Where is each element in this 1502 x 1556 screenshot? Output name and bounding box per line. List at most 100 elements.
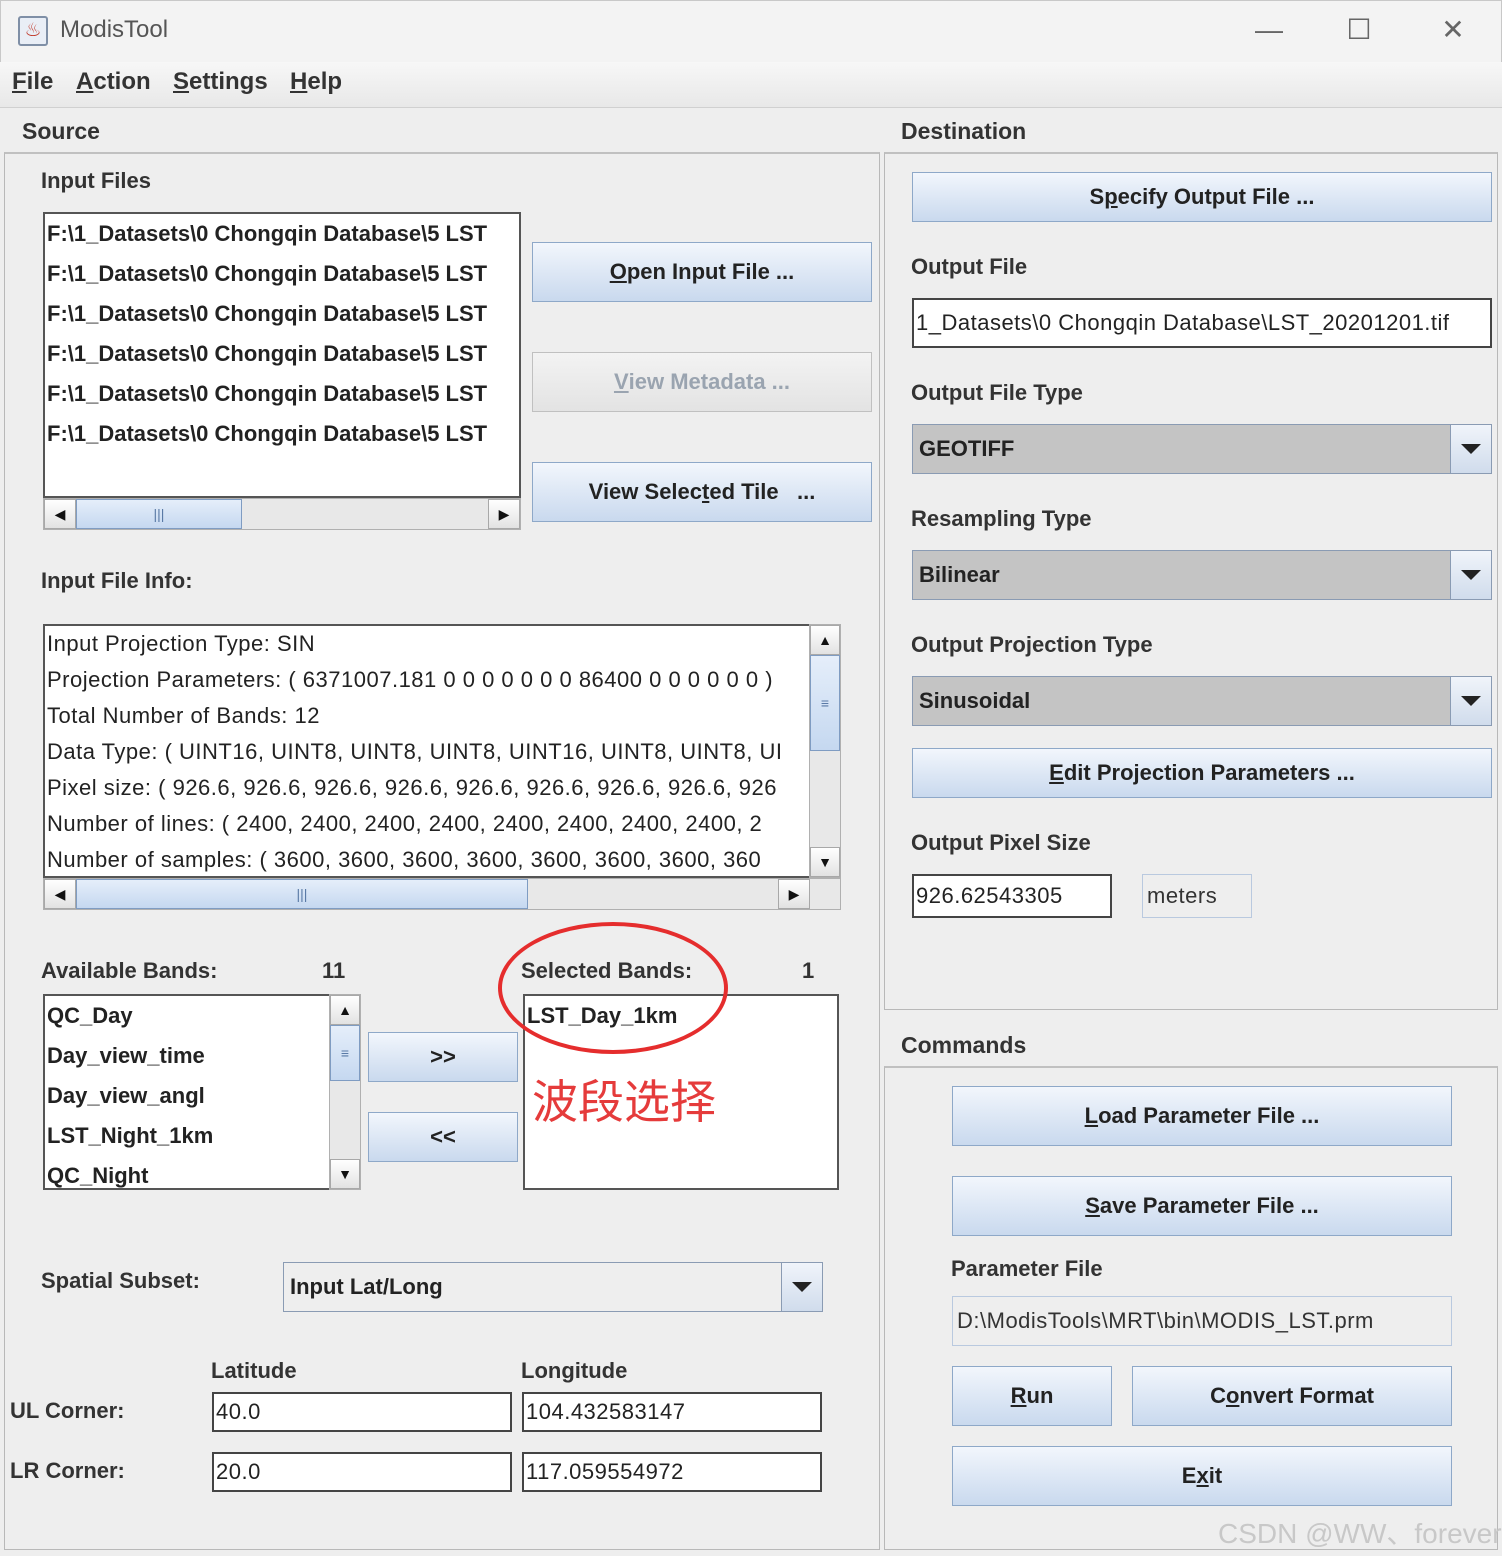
input-files-label: Input Files bbox=[41, 168, 151, 193]
output-file-label: Output File bbox=[911, 254, 1028, 279]
chevron-down-icon[interactable] bbox=[1450, 677, 1491, 725]
edit-projection-parameters-button[interactable]: Edit Projection Parameters ... bbox=[912, 748, 1492, 798]
list-item[interactable]: F:\1_Datasets\0 Chongqin Database\5 LST bbox=[45, 374, 519, 414]
minimize-button[interactable]: — bbox=[1246, 10, 1292, 50]
list-item[interactable]: F:\1_Datasets\0 Chongqin Database\5 LST bbox=[45, 334, 519, 374]
scroll-down-icon[interactable]: ▼ bbox=[330, 1159, 360, 1189]
lr-latitude-field[interactable]: 20.0 bbox=[212, 1452, 512, 1492]
spatial-subset-label: Spatial Subset: bbox=[41, 1268, 200, 1293]
menu-file[interactable]: File bbox=[12, 68, 53, 96]
output-projection-select[interactable]: Sinusoidal bbox=[912, 676, 1492, 726]
output-pixel-size-label: Output Pixel Size bbox=[911, 830, 1091, 855]
input-files-hscroll[interactable]: ◀ ||| ▶ bbox=[43, 498, 521, 530]
pixel-unit-label: meters bbox=[1142, 874, 1252, 918]
selected-bands-count: 1 bbox=[802, 958, 815, 983]
scroll-up-icon[interactable]: ▲ bbox=[810, 625, 840, 655]
menu-action[interactable]: Action bbox=[76, 68, 151, 96]
info-line: Data Type: ( UINT16, UINT8, UINT8, UINT8… bbox=[47, 739, 783, 764]
list-item[interactable]: LST_Night_1km bbox=[45, 1116, 329, 1156]
input-files-list[interactable]: F:\1_Datasets\0 Chongqin Database\5 LST … bbox=[43, 212, 521, 498]
parameter-file-label: Parameter File bbox=[951, 1256, 1103, 1281]
menu-settings[interactable]: Settings bbox=[173, 68, 268, 96]
info-line: Pixel size: ( 926.6, 926.6, 926.6, 926.6… bbox=[47, 775, 778, 800]
source-header: Source bbox=[22, 118, 100, 144]
add-band-button[interactable]: >> bbox=[368, 1032, 518, 1082]
scroll-thumb[interactable]: ||| bbox=[76, 879, 528, 909]
scroll-right-icon[interactable]: ▶ bbox=[488, 499, 520, 529]
output-pixel-size-field[interactable]: 926.62543305 bbox=[912, 874, 1112, 918]
scroll-left-icon[interactable]: ◀ bbox=[44, 879, 76, 909]
info-line: Total Number of Bands: 12 bbox=[47, 703, 320, 728]
input-file-info-text[interactable]: Input Projection Type: SIN Projection Pa… bbox=[43, 624, 811, 878]
list-item[interactable]: QC_Night bbox=[45, 1156, 329, 1188]
run-button[interactable]: Run bbox=[952, 1366, 1112, 1426]
available-bands-vscroll[interactable]: ▲ ≡ ▼ bbox=[329, 994, 361, 1190]
commands-header: Commands bbox=[901, 1032, 1027, 1058]
ul-latitude-field[interactable]: 40.0 bbox=[212, 1392, 512, 1432]
latitude-label: Latitude bbox=[211, 1358, 297, 1383]
output-file-field[interactable]: 1_Datasets\0 Chongqin Database\LST_20201… bbox=[912, 298, 1492, 348]
output-projection-label: Output Projection Type bbox=[911, 632, 1153, 657]
file-info-hscroll[interactable]: ◀ ||| ▶ bbox=[43, 878, 841, 910]
chevron-down-icon[interactable] bbox=[1450, 551, 1491, 599]
menu-help[interactable]: Help bbox=[290, 68, 342, 96]
save-parameter-file-button[interactable]: Save Parameter File ... bbox=[952, 1176, 1452, 1236]
spatial-subset-select[interactable]: Input Lat/Long bbox=[283, 1262, 823, 1312]
output-projection-value: Sinusoidal bbox=[919, 688, 1031, 713]
close-button[interactable]: ✕ bbox=[1430, 10, 1476, 50]
info-line: Projection Parameters: ( 6371007.181 0 0… bbox=[47, 667, 774, 692]
remove-band-button[interactable]: << bbox=[368, 1112, 518, 1162]
ul-corner-label: UL Corner: bbox=[10, 1398, 125, 1423]
info-line: Number of lines: ( 2400, 2400, 2400, 240… bbox=[47, 811, 763, 836]
open-input-file-button[interactable]: Open Input File ... bbox=[532, 242, 872, 302]
lr-corner-label: LR Corner: bbox=[10, 1458, 125, 1483]
window-title: ModisTool bbox=[60, 16, 169, 43]
output-file-type-label: Output File Type bbox=[911, 380, 1083, 405]
java-app-icon: ♨ bbox=[18, 16, 48, 46]
view-selected-tile-button[interactable]: View Selec t ed Tile ... bbox=[532, 462, 872, 522]
available-bands-label: Available Bands: bbox=[41, 958, 218, 983]
maximize-button[interactable]: ☐ bbox=[1336, 10, 1382, 50]
red-circle-annotation bbox=[498, 922, 728, 1054]
scroll-left-icon[interactable]: ◀ bbox=[44, 499, 76, 529]
watermark: CSDN @WW、forever bbox=[1218, 1518, 1502, 1549]
scroll-up-icon[interactable]: ▲ bbox=[330, 995, 360, 1025]
resampling-type-select[interactable]: Bilinear bbox=[912, 550, 1492, 600]
available-bands-count: 11 bbox=[322, 958, 346, 983]
list-item[interactable]: F:\1_Datasets\0 Chongqin Database\5 LST bbox=[45, 214, 519, 254]
scroll-down-icon[interactable]: ▼ bbox=[810, 847, 840, 877]
load-parameter-file-button[interactable]: Load Parameter File ... bbox=[952, 1086, 1452, 1146]
list-item[interactable]: Day_view_angl bbox=[45, 1076, 329, 1116]
scroll-thumb[interactable]: ≡ bbox=[330, 1025, 360, 1081]
chevron-down-icon[interactable] bbox=[781, 1263, 822, 1311]
resampling-type-label: Resampling Type bbox=[911, 506, 1092, 531]
list-item[interactable]: Day_view_time bbox=[45, 1036, 329, 1076]
chevron-down-icon[interactable] bbox=[1450, 425, 1491, 473]
parameter-file-field: D:\ModisTools\MRT\bin\MODIS_LST.prm bbox=[952, 1296, 1452, 1346]
input-file-info-label: Input File Info: bbox=[41, 568, 193, 593]
longitude-label: Longitude bbox=[521, 1358, 628, 1383]
ul-longitude-field[interactable]: 104.432583147 bbox=[522, 1392, 822, 1432]
info-line: Input Projection Type: SIN bbox=[47, 631, 316, 656]
available-bands-list[interactable]: QC_Day Day_view_time Day_view_angl LST_N… bbox=[43, 994, 331, 1190]
output-file-type-select[interactable]: GEOTIFF bbox=[912, 424, 1492, 474]
scroll-thumb[interactable]: ≡ bbox=[810, 655, 840, 751]
exit-button[interactable]: Ex it bbox=[952, 1446, 1452, 1506]
list-item[interactable]: QC_Day bbox=[45, 996, 329, 1036]
view-metadata-button[interactable]: View Metadata ... bbox=[532, 352, 872, 412]
resampling-type-value: Bilinear bbox=[919, 562, 1000, 587]
spatial-subset-value: Input Lat/Long bbox=[290, 1274, 443, 1299]
convert-format-button[interactable]: Co nvert Format bbox=[1132, 1366, 1452, 1426]
list-item[interactable]: F:\1_Datasets\0 Chongqin Database\5 LST bbox=[45, 254, 519, 294]
list-item[interactable]: F:\1_Datasets\0 Chongqin Database\5 LST bbox=[45, 294, 519, 334]
band-selection-annotation: 波段选择 bbox=[532, 1075, 716, 1129]
lr-longitude-field[interactable]: 117.059554972 bbox=[522, 1452, 822, 1492]
scroll-right-icon[interactable]: ▶ bbox=[778, 879, 810, 909]
specify-output-file-button[interactable]: Sp ecify Output File ... bbox=[912, 172, 1492, 222]
file-info-vscroll[interactable]: ▲ ≡ ▼ bbox=[809, 624, 841, 878]
list-item[interactable]: F:\1_Datasets\0 Chongqin Database\5 LST bbox=[45, 414, 519, 454]
destination-header: Destination bbox=[901, 118, 1027, 144]
scroll-thumb[interactable]: ||| bbox=[76, 499, 242, 529]
info-line: Number of samples: ( 3600, 3600, 3600, 3… bbox=[47, 847, 762, 872]
output-file-type-value: GEOTIFF bbox=[919, 436, 1015, 461]
